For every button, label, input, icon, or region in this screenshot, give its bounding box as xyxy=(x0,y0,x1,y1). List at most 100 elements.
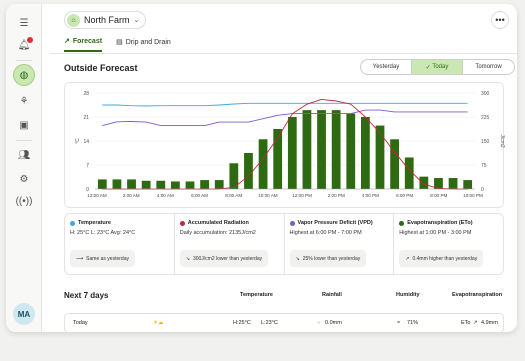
row-day: Today xyxy=(73,320,88,326)
x-tick-label: 6:00 PM xyxy=(396,193,413,198)
tab-label: Drip and Drain xyxy=(125,38,171,46)
bar xyxy=(448,178,458,189)
section-title: Outside Forecast xyxy=(64,63,138,73)
trend-down-icon: ↘ xyxy=(295,255,300,262)
next-7-days-title: Next 7 days xyxy=(64,291,109,300)
users-icon: 👥︎ xyxy=(17,149,31,161)
comparison-pill: ↘ 25% lower than yesterday xyxy=(289,250,367,267)
nav-users[interactable]: 👥︎ xyxy=(13,144,35,166)
x-tick-label: 4:00 AM xyxy=(157,193,174,198)
legend-dot xyxy=(289,220,295,226)
column-header-evapotranspiration: Evapotranspiration xyxy=(452,292,503,298)
nav-reports[interactable]: ▣ xyxy=(13,114,35,136)
tab-drip-and-drain[interactable]: ▤ Drip and Drain xyxy=(116,36,171,52)
drop-icon: ◍ xyxy=(19,69,29,81)
notification-badge xyxy=(27,37,33,43)
bar xyxy=(419,176,429,189)
comparison-pill: ↗ 0.4mm higher than yesterday xyxy=(399,250,484,267)
trend-up-icon: ↗ xyxy=(405,255,410,262)
humidity-icon: ≈ xyxy=(397,320,401,326)
bar xyxy=(463,180,473,189)
x-tick-label: 10:00 AM xyxy=(258,193,278,198)
divider xyxy=(16,60,32,61)
bar xyxy=(156,180,166,189)
x-tick-label: 2:00 AM xyxy=(123,193,140,198)
check-icon: ✓ xyxy=(425,64,433,71)
divider xyxy=(16,140,32,141)
nav-plants[interactable]: ⚘ xyxy=(13,90,35,112)
farm-selector[interactable]: ⌂ North Farm ⌄ xyxy=(64,11,147,29)
legend-dot xyxy=(179,220,185,226)
metric-card: Temperature H: 25°C L: 23°C Avg: 24°C ⟶ S… xyxy=(65,214,175,274)
metric-value: Highest at 1:00 PM - 3:00 PM xyxy=(399,230,472,236)
arrow-right-icon: ⟶ xyxy=(76,255,84,262)
x-tick-label: 12:00 AM xyxy=(87,193,107,198)
bar xyxy=(390,139,399,189)
y-tick-right: 75 xyxy=(481,163,487,169)
x-tick-label: 10:00 PM xyxy=(463,193,483,198)
bar xyxy=(127,179,136,189)
x-tick-label: 4:00 PM xyxy=(362,193,379,198)
bar xyxy=(112,179,122,189)
comparison-pill: ↘ 300J/cm2 lower than yesterday xyxy=(179,250,269,267)
y-tick-right: 150 xyxy=(481,139,490,145)
series-line xyxy=(102,102,468,107)
tab-bar: ↗ Forecast ▤ Drip and Drain xyxy=(64,36,185,52)
metrics-row: Temperature H: 25°C L: 23°C Avg: 24°C ⟶ S… xyxy=(64,213,504,275)
x-tick-label: 8:00 AM xyxy=(225,193,242,198)
tab-forecast[interactable]: ↗ Forecast xyxy=(64,36,103,52)
y-tick-right: 300 xyxy=(481,91,490,97)
more-options-button[interactable]: ••• xyxy=(491,11,509,29)
trend-down-icon: ↘ xyxy=(185,255,190,262)
signal-icon: ((•)) xyxy=(15,195,33,207)
metric-value: Daily accumulation: 2135J/cm2 xyxy=(179,230,256,236)
bar xyxy=(171,181,180,189)
chevron-down-icon: ⌄ xyxy=(133,17,140,24)
notifications-button[interactable]: 🔔︎ xyxy=(13,34,35,56)
tab-label: Forecast xyxy=(72,37,103,45)
day-option-tomorrow[interactable]: Tomorrow xyxy=(463,60,514,74)
leaf-icon: ⌂ xyxy=(67,13,80,27)
row-low: L:23°C xyxy=(261,320,278,326)
column-header-rainfall: Rainfall xyxy=(322,292,342,298)
day-selector: Yesterday ✓ Today Tomorrow xyxy=(360,59,515,75)
metric-title: Vapor Pressure Deficit (VPD) xyxy=(297,220,373,226)
farm-name: North Farm xyxy=(84,15,130,25)
x-tick-label: 2:00 PM xyxy=(328,193,345,198)
row-eto: 4.9mm xyxy=(481,320,498,326)
day-option-yesterday[interactable]: Yesterday xyxy=(361,60,412,74)
bar xyxy=(317,110,326,189)
row-high: H:25°C xyxy=(233,320,251,326)
side-nav: ☰ 🔔︎ ◍ ⚘ ▣ 👥︎ ⚙ ((•)) MA xyxy=(6,4,42,332)
avatar[interactable]: MA xyxy=(13,303,35,325)
metric-value: H: 25°C L: 23°C Avg: 24°C xyxy=(70,230,136,236)
rain-icon: ◌ xyxy=(317,320,321,326)
comparison-text: 300J/cm2 lower than yesterday xyxy=(192,255,263,262)
x-tick-label: 12:00 PM xyxy=(292,193,312,198)
legend-dot xyxy=(70,220,75,226)
comparison-text: Same as yesterday xyxy=(86,255,129,262)
divider xyxy=(50,53,517,54)
nav-settings[interactable]: ⚙ xyxy=(13,168,35,190)
metric-card: Accumulated Radiation Daily accumulation… xyxy=(175,214,285,274)
menu-icon[interactable]: ☰ xyxy=(13,12,35,34)
legend-dot xyxy=(399,220,405,226)
bar xyxy=(287,117,297,189)
bar xyxy=(97,179,107,189)
row-rainfall: 0.0mm xyxy=(325,320,342,326)
bar xyxy=(346,113,356,189)
y-axis-label-right: J/cm2 xyxy=(499,134,505,148)
metric-card: Evapotranspiration (ETo) Highest at 1:00… xyxy=(394,214,503,274)
plant-icon: ⚘ xyxy=(19,95,29,107)
column-header-humidity: Humidity xyxy=(396,292,420,298)
forecast-chart: 07142128075150225300°C J/cm212:00 AM 2:00 … xyxy=(75,91,505,198)
metric-title: Temperature xyxy=(78,220,111,226)
bar xyxy=(244,153,253,189)
nav-sensors[interactable]: ((•)) xyxy=(13,190,35,212)
day-option-today[interactable]: ✓ Today xyxy=(412,60,463,74)
comparison-pill: ⟶ Same as yesterday xyxy=(70,250,135,267)
bar xyxy=(331,110,341,189)
nav-water[interactable]: ◍ xyxy=(13,64,35,86)
forecast-row-today[interactable]: Today ☀︎☁︎ H:25°C L:23°C ◌ 0.0mm ≈ 71% E… xyxy=(64,313,504,332)
metric-value: Highest at 6:00 PM - 7:00 PM xyxy=(289,230,362,236)
